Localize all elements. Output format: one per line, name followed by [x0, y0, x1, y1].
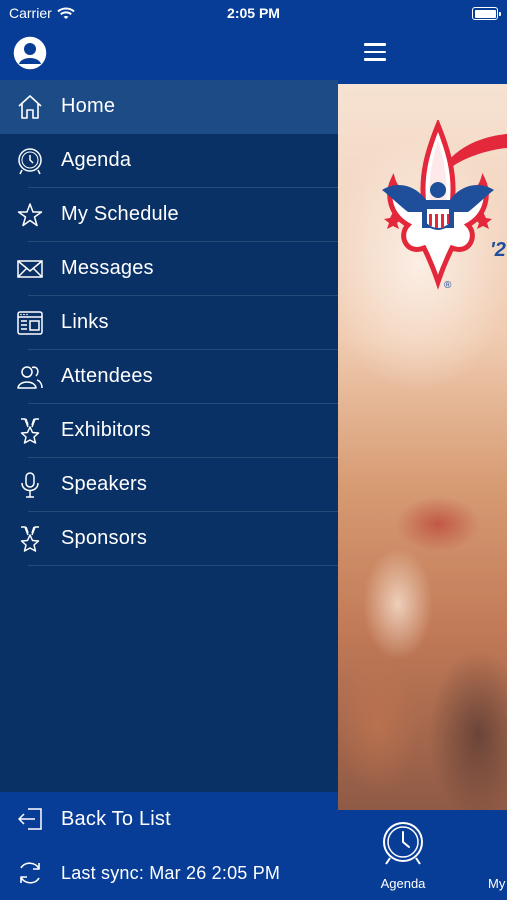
menu-label-sponsors: Sponsors: [61, 527, 148, 549]
side-drawer: Home Agenda My Schedule Messages Links A…: [0, 0, 338, 900]
menu-item-agenda[interactable]: Agenda: [0, 134, 338, 188]
tab-bar: Agenda My: [338, 810, 507, 900]
tab-my[interactable]: My: [458, 810, 507, 900]
tab-agenda[interactable]: Agenda: [360, 810, 440, 900]
award-icon: [20, 526, 40, 552]
menu-item-attendees[interactable]: Attendees: [0, 350, 338, 404]
logo-year-fragment: '2: [490, 239, 506, 261]
menu-label-links: Links: [61, 311, 109, 333]
clock-icon: [383, 822, 423, 865]
home-icon: [18, 95, 42, 119]
svg-text:®: ®: [444, 280, 452, 290]
status-time: 2:05 PM: [227, 5, 280, 21]
menu-item-exhibitors[interactable]: Exhibitors: [0, 404, 338, 458]
menu-item-home[interactable]: Home: [0, 80, 338, 134]
menu-label-attendees: Attendees: [61, 365, 153, 387]
exit-icon: [18, 808, 42, 830]
people-icon: [17, 366, 43, 389]
menu-label-my-schedule: My Schedule: [61, 203, 179, 225]
menu-label-home: Home: [61, 95, 116, 117]
links-icon: [17, 311, 43, 335]
menu-item-messages[interactable]: Messages: [0, 242, 338, 296]
menu-label-exhibitors: Exhibitors: [61, 419, 151, 441]
tab-my-label: My: [488, 876, 506, 891]
sync-row[interactable]: Last sync: Mar 26 2:05 PM: [0, 846, 338, 900]
microphone-icon: [21, 472, 39, 498]
user-circle-icon[interactable]: [13, 36, 47, 70]
star-icon: [17, 203, 43, 227]
envelope-icon: [17, 260, 43, 278]
hero-image: '2 ®: [338, 84, 507, 810]
menu-label-messages: Messages: [61, 257, 154, 279]
menu-label-agenda: Agenda: [61, 149, 132, 171]
scout-logo: '2 ®: [382, 120, 506, 290]
back-to-list-button[interactable]: Back To List: [0, 792, 338, 846]
drawer-footer: Back To List Last sync: Mar 26 2:05 PM: [0, 792, 338, 900]
menu-item-links[interactable]: Links: [0, 296, 338, 350]
sync-icon: [20, 862, 40, 884]
hamburger-menu-icon[interactable]: [364, 43, 386, 61]
clock-icon: [18, 148, 42, 175]
menu-label-speakers: Speakers: [61, 473, 148, 495]
tab-agenda-label: Agenda: [380, 876, 426, 891]
menu-item-sponsors[interactable]: Sponsors: [0, 512, 338, 566]
award-icon: [20, 418, 40, 444]
back-to-list-label: Back To List: [61, 808, 171, 830]
main-content: '2 ® Agenda My: [338, 0, 507, 900]
last-sync-label: Last sync: Mar 26 2:05 PM: [61, 863, 281, 883]
menu-item-speakers[interactable]: Speakers: [0, 458, 338, 512]
drawer-menu: Home Agenda My Schedule Messages Links A…: [0, 80, 338, 566]
menu-item-my-schedule[interactable]: My Schedule: [0, 188, 338, 242]
